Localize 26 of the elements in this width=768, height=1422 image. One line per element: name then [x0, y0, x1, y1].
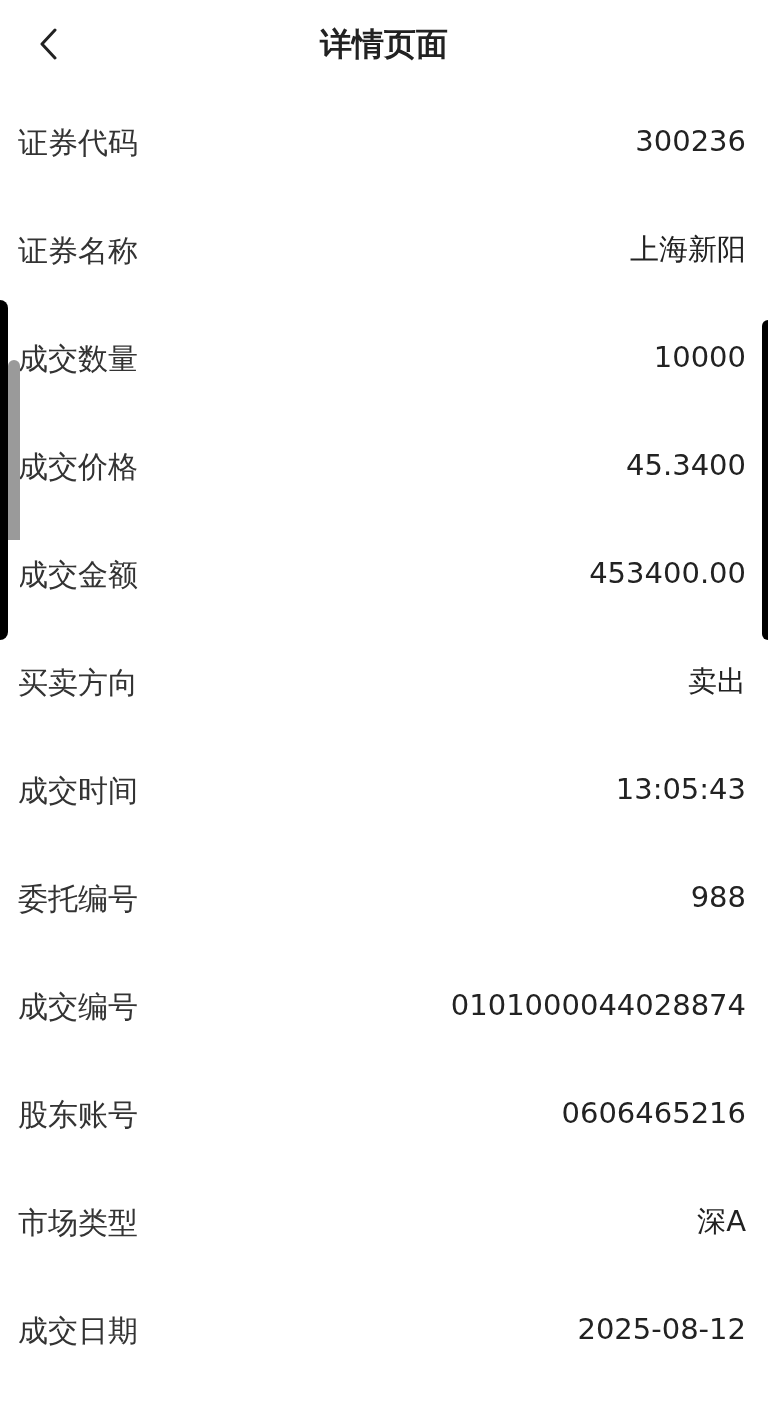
field-label: 成交日期	[18, 1311, 138, 1350]
field-label: 市场类型	[18, 1203, 138, 1242]
field-value: 300236	[635, 123, 747, 161]
field-value: 2025-08-12	[577, 1311, 747, 1349]
field-label: 证券代码	[18, 123, 138, 162]
field-label: 成交数量	[18, 339, 138, 378]
field-value: 深A	[697, 1203, 747, 1241]
back-icon	[39, 28, 57, 60]
field-label: 证券名称	[18, 231, 138, 270]
field-label: 成交编号	[18, 987, 138, 1026]
field-value: 988	[690, 879, 747, 917]
page-title: 详情页面	[320, 24, 448, 65]
field-label: 买卖方向	[18, 663, 138, 702]
field-value: 0101000044028874	[450, 987, 747, 1025]
field-label: 股东账号	[18, 1095, 138, 1134]
field-value: 卖出	[688, 663, 747, 701]
field-value: 10000	[653, 339, 747, 377]
field-value: 上海新阳	[630, 231, 747, 269]
field-label: 委托编号	[18, 879, 138, 918]
field-value: 0606465216	[561, 1095, 747, 1133]
field-value: 453400.00	[589, 555, 747, 593]
field-value: 45.3400	[626, 447, 747, 485]
field-label: 成交金额	[18, 555, 138, 594]
field-label: 成交时间	[18, 771, 138, 810]
field-label: 成交价格	[18, 447, 138, 486]
field-value: 13:05:43	[615, 771, 747, 809]
